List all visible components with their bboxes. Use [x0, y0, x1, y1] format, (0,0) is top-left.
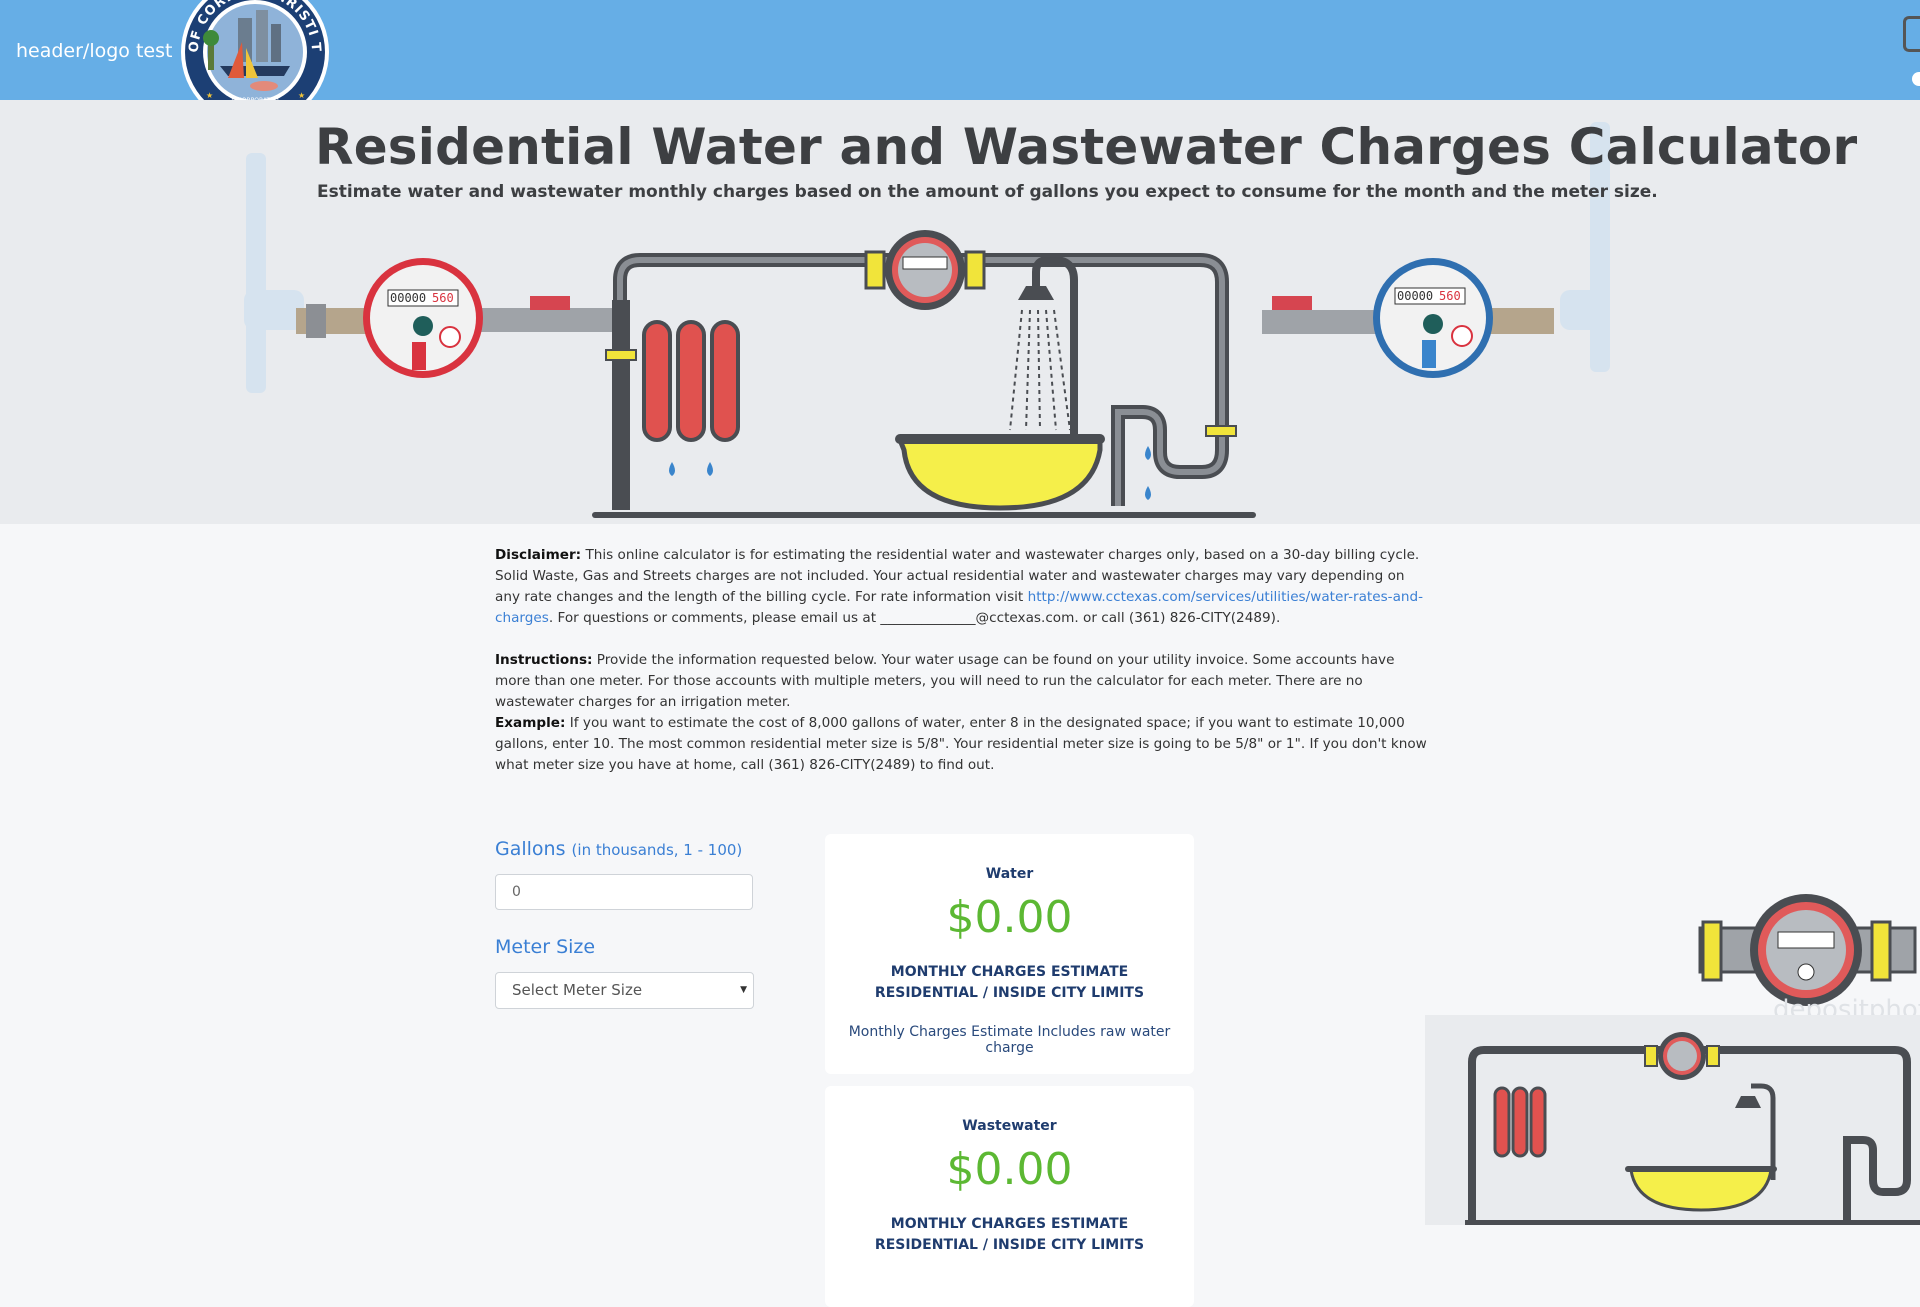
- chevron-down-icon: ▼: [740, 985, 747, 995]
- gallons-hint: (in thousands, 1 - 100): [571, 841, 743, 859]
- svg-text:560: 560: [432, 291, 454, 305]
- water-amount: $0.00: [946, 892, 1073, 943]
- water-card-title: Water: [985, 866, 1034, 882]
- meter-size-label: Meter Size: [495, 936, 596, 958]
- svg-text:00000: 00000: [1397, 289, 1433, 303]
- right-water-meter: 00000 560: [1373, 258, 1493, 378]
- example-text: If you want to estimate the cost of 8,00…: [495, 715, 1427, 773]
- left-water-meter: 00000 560: [363, 258, 483, 378]
- header-dot-icon: [1912, 72, 1920, 86]
- header-text[interactable]: header/logo test: [16, 40, 172, 62]
- info-section: Disclaimer: This online calculator is fo…: [495, 545, 1430, 797]
- svg-text:★: ★: [206, 91, 213, 100]
- svg-text:00000: 00000: [390, 291, 426, 305]
- radiator-illustration: [642, 320, 740, 442]
- wastewater-card-title: Wastewater: [962, 1118, 1057, 1134]
- gallons-input[interactable]: [495, 874, 753, 910]
- disclaimer-paragraph: Disclaimer: This online calculator is fo…: [495, 545, 1430, 629]
- stock-illustration-thumbnail: depositphotos: [1425, 894, 1920, 1225]
- wastewater-charges-card: Wastewater $0.00 MONTHLY CHARGES ESTIMAT…: [825, 1086, 1194, 1307]
- example-paragraph: Example: If you want to estimate the cos…: [495, 713, 1430, 776]
- page-subtitle: Estimate water and wastewater monthly ch…: [317, 182, 1658, 202]
- example-label: Example:: [495, 715, 566, 731]
- water-estimate-line2: RESIDENTIAL / INSIDE CITY LIMITS: [874, 985, 1145, 1001]
- wastewater-estimate-line2: RESIDENTIAL / INSIDE CITY LIMITS: [874, 1237, 1145, 1253]
- instructions-paragraph: Instructions: Provide the information re…: [495, 650, 1430, 713]
- wastewater-estimate-line1: MONTHLY CHARGES ESTIMATE: [890, 1216, 1129, 1232]
- disclaimer-contact: . For questions or comments, please emai…: [548, 610, 1281, 626]
- svg-text:560: 560: [1439, 289, 1461, 303]
- water-charges-card: Water $0.00 MONTHLY CHARGES ESTIMATE RES…: [825, 834, 1194, 1074]
- svg-text:★: ★: [298, 91, 305, 100]
- meter-size-selected: Select Meter Size: [512, 981, 643, 999]
- page-title: Residential Water and Wastewater Charges…: [315, 118, 1858, 176]
- gallons-label: Gallons (in thousands, 1 - 100): [495, 838, 742, 860]
- instructions-label: Instructions:: [495, 652, 593, 668]
- gallons-label-text: Gallons: [495, 838, 566, 860]
- header-edge-icon: [1903, 16, 1920, 52]
- disclaimer-label: Disclaimer:: [495, 547, 582, 563]
- water-raw-charge-note: Monthly Charges Estimate Includes raw wa…: [848, 1024, 1171, 1056]
- instructions-text: Provide the information requested below.…: [495, 652, 1395, 710]
- wastewater-amount: $0.00: [946, 1144, 1073, 1195]
- water-estimate-line1: MONTHLY CHARGES ESTIMATE: [890, 964, 1129, 980]
- meter-size-select[interactable]: Select Meter Size ▼: [495, 972, 754, 1009]
